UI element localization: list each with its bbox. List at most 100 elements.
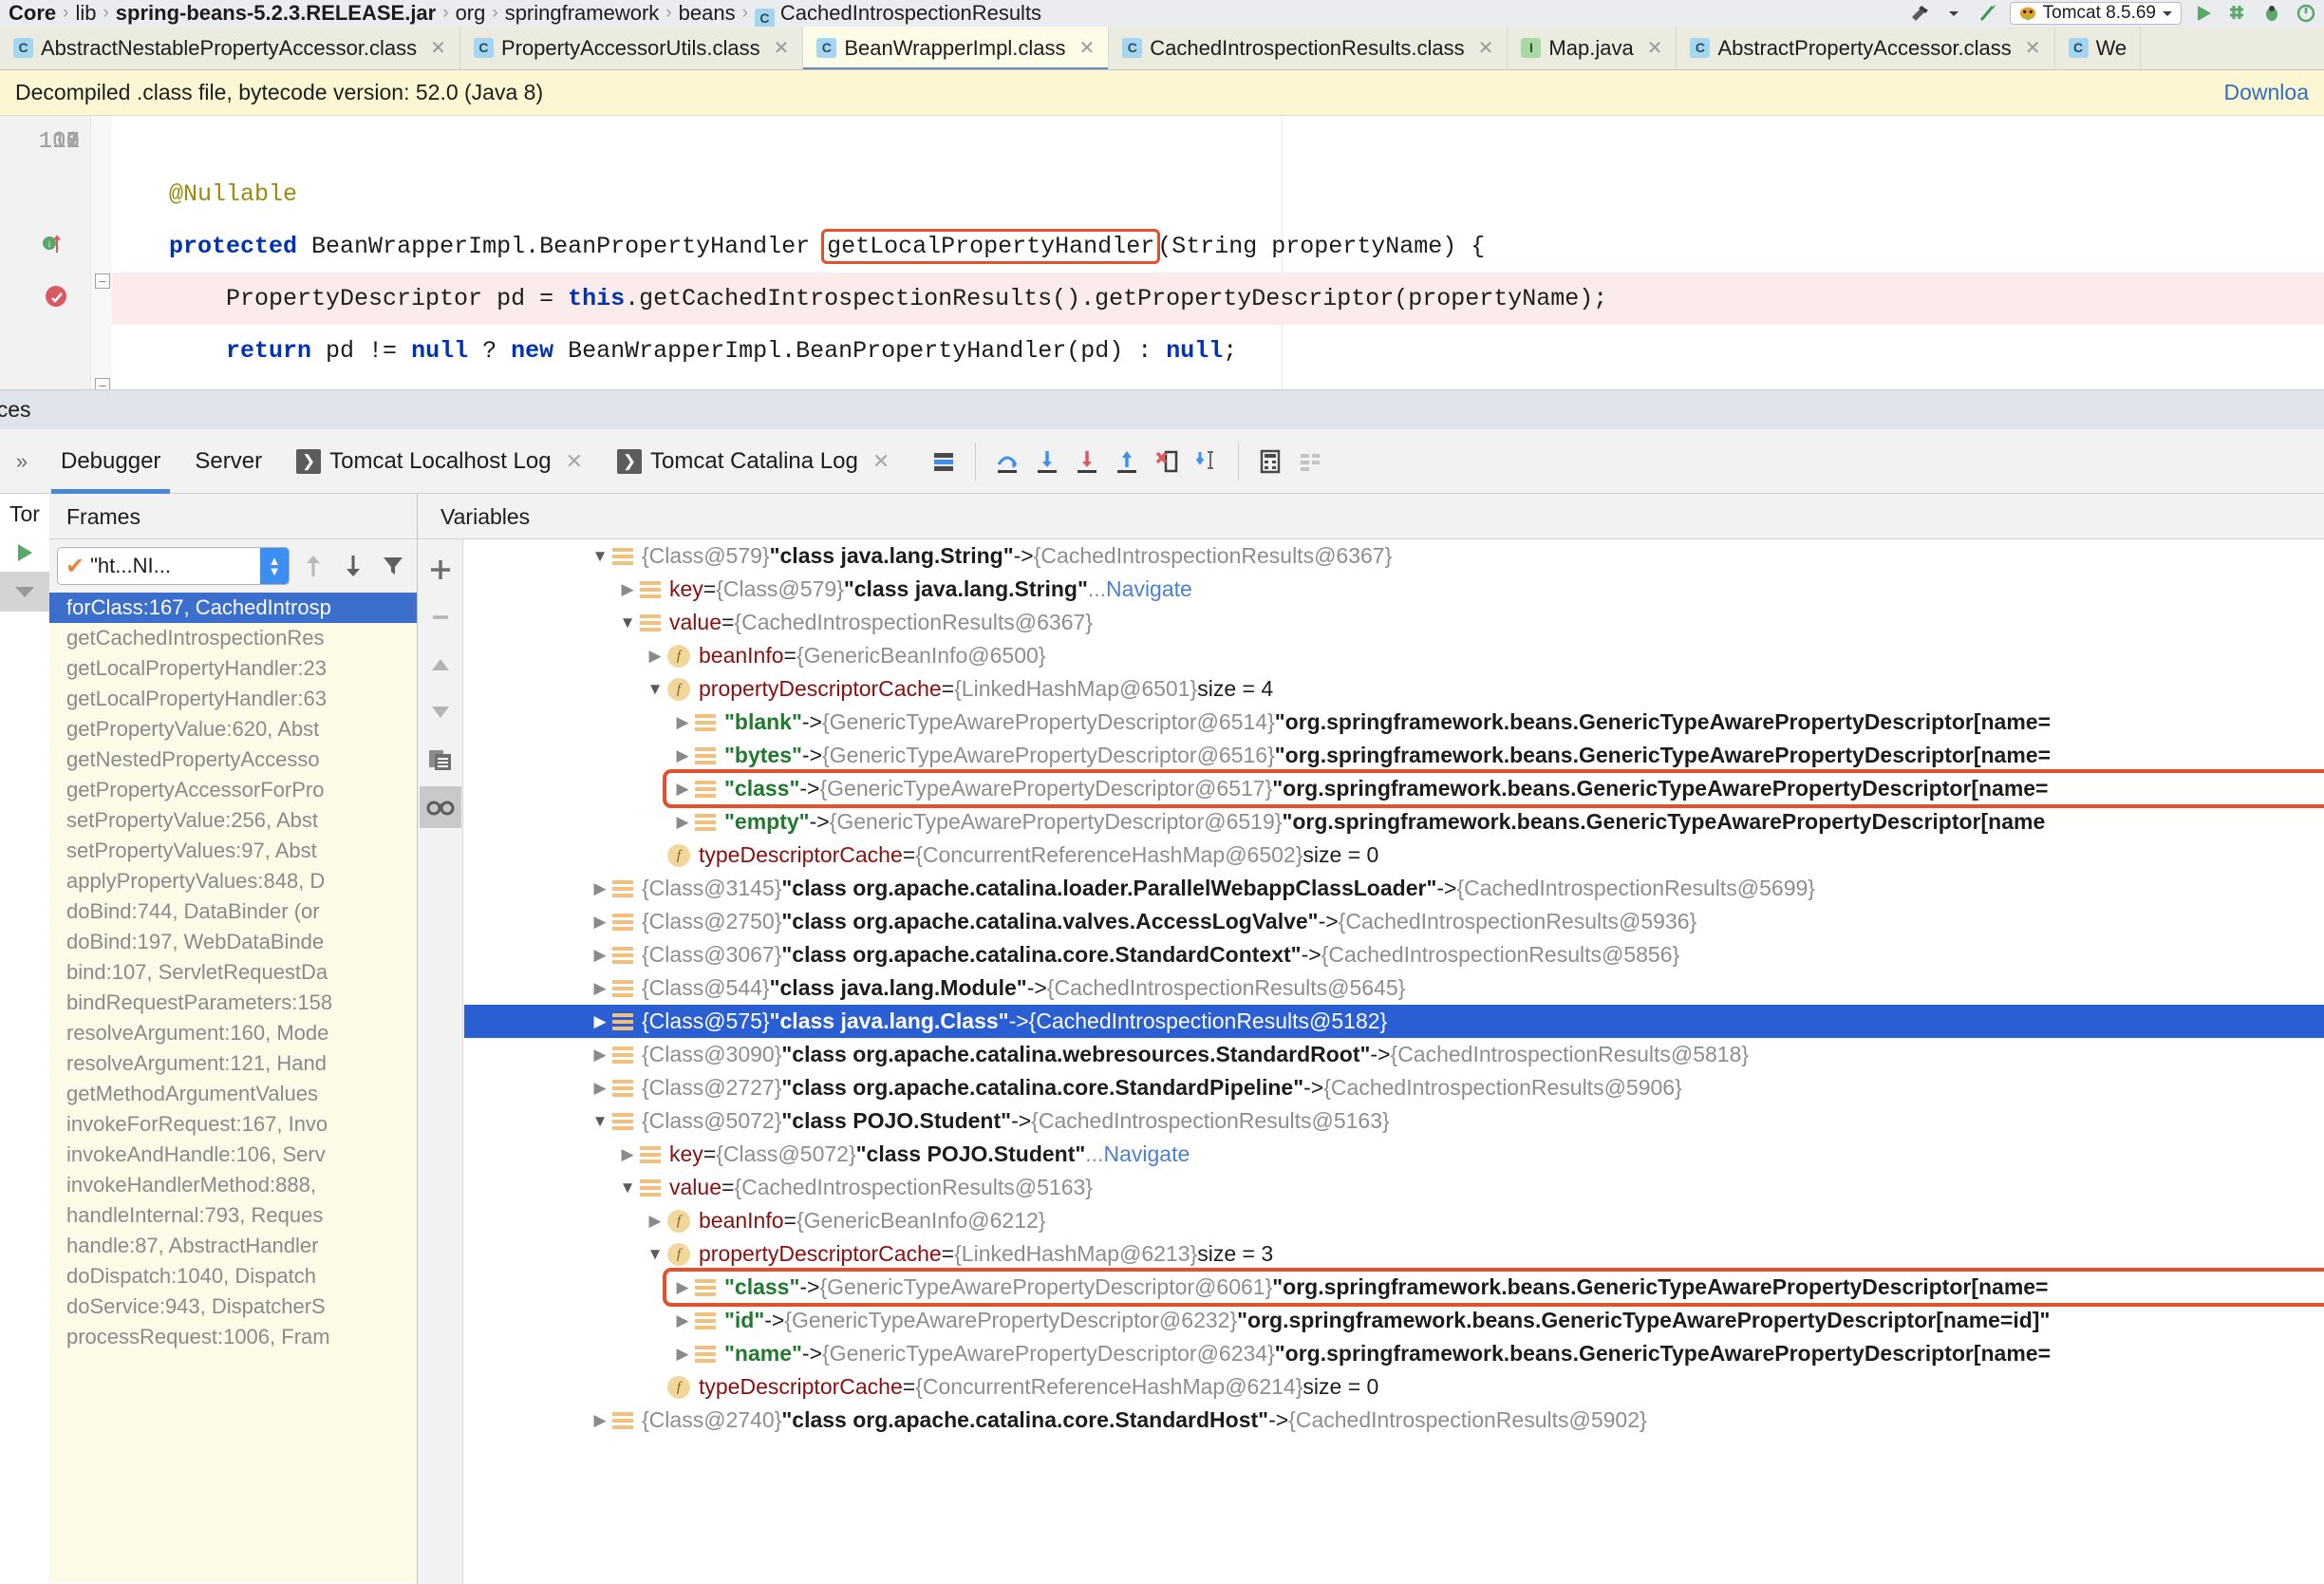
variable-row[interactable]: ▶ f beanInfo = {GenericBeanInfo@6212} xyxy=(464,1204,2324,1237)
remove-icon[interactable] xyxy=(420,596,461,638)
variable-row[interactable]: ▶ "class" -> {GenericTypeAwarePropertyDes… xyxy=(464,1271,2324,1304)
close-icon[interactable]: ✕ xyxy=(2025,36,2041,60)
debugger-tab[interactable]: Server xyxy=(178,429,279,494)
close-icon[interactable]: ✕ xyxy=(774,36,790,60)
chevron-down-icon[interactable]: ▼ xyxy=(643,1237,667,1271)
frame-item[interactable]: forClass:167, CachedIntrosp xyxy=(49,593,417,623)
close-icon[interactable]: ✕ xyxy=(430,36,446,60)
code-lines[interactable]: @Nullable protected BeanWrapperImpl.Bean… xyxy=(112,116,2324,389)
arrow-up-icon[interactable] xyxy=(297,547,329,585)
frame-item[interactable]: doDispatch:1040, Dispatch xyxy=(49,1261,417,1292)
step-into-icon[interactable] xyxy=(1027,442,1067,481)
chevron-right-icon[interactable]: ▶ xyxy=(670,706,695,739)
editor-tab[interactable]: I Map.java ✕ xyxy=(1508,27,1677,69)
download-sources-link[interactable]: Downloa xyxy=(2224,80,2310,105)
variable-row[interactable]: ▶ "id" -> {GenericTypeAwarePropertyDescri… xyxy=(464,1304,2324,1337)
variable-row[interactable]: ▼ value = {CachedIntrospectionResults@516… xyxy=(464,1171,2324,1204)
rerun-icon[interactable] xyxy=(0,534,49,572)
code-line[interactable] xyxy=(112,116,2324,168)
frame-item[interactable]: doService:943, DispatcherS xyxy=(49,1292,417,1322)
editor-tab[interactable]: C AbstractPropertyAccessor.class ✕ xyxy=(1677,27,2055,69)
inspect-icon[interactable] xyxy=(419,786,461,828)
close-icon[interactable]: ✕ xyxy=(1647,36,1663,60)
variable-row[interactable]: ▶ "name" -> {GenericTypeAwarePropertyDesc… xyxy=(464,1337,2324,1370)
variable-row[interactable]: ▶ key = {Class@5072} "class POJO.Student"… xyxy=(464,1138,2324,1171)
frame-item[interactable]: getPropertyValue:620, Abst xyxy=(49,714,417,745)
variable-row[interactable]: ▼ {Class@579} "class java.lang.String" ->… xyxy=(464,539,2324,573)
drop-frame-icon[interactable] xyxy=(1147,442,1187,481)
variable-row[interactable]: ▼ {Class@5072} "class POJO.Student" -> {C… xyxy=(464,1104,2324,1138)
chevron-right-icon[interactable]: ▶ xyxy=(588,1005,612,1038)
code-line[interactable]: @Nullable xyxy=(112,168,2324,220)
debugger-tab[interactable]: Debugger xyxy=(44,429,178,494)
editor-tab[interactable]: C AbstractNestablePropertyAccessor.class ✕ xyxy=(0,27,460,69)
breadcrumb-item[interactable]: lib xyxy=(70,1,101,26)
chevron-right-icon[interactable]: ▶ xyxy=(615,573,640,606)
frame-item[interactable]: resolveArgument:160, Mode xyxy=(49,1018,417,1048)
run-configuration-selector[interactable]: Tomcat 8.5.69 xyxy=(2009,2,2182,25)
frame-item[interactable]: applyPropertyValues:848, D xyxy=(49,866,417,896)
chevron-right-icon[interactable]: ▶ xyxy=(588,1071,612,1104)
debug-icon[interactable] xyxy=(2259,2,2284,25)
variables-tree[interactable]: ▼ {Class@579} "class java.lang.String" ->… xyxy=(464,539,2324,1584)
variable-row[interactable]: ▶ key = {Class@579} "class java.lang.Stri… xyxy=(464,573,2324,606)
breadcrumb-item[interactable]: Core xyxy=(4,1,61,26)
variable-row[interactable]: ▶ {Class@3145} "class org.apache.catalina… xyxy=(464,872,2324,905)
chevron-right-icon[interactable]: ▶ xyxy=(670,1271,695,1304)
close-icon[interactable]: ✕ xyxy=(1478,36,1494,60)
variable-row[interactable]: ▶ {Class@2750} "class org.apache.catalina… xyxy=(464,905,2324,938)
frame-item[interactable]: getLocalPropertyHandler:23 xyxy=(49,653,417,684)
editor-tab[interactable]: C We xyxy=(2055,27,2142,69)
frame-item[interactable]: handle:87, AbstractHandler xyxy=(49,1231,417,1261)
chevron-down-icon[interactable] xyxy=(1941,2,1966,25)
frames-list[interactable]: forClass:167, CachedIntrosp getCachedIntr… xyxy=(49,593,417,1582)
variable-row[interactable]: ▼ f propertyDescriptorCache = {LinkedHashM… xyxy=(464,672,2324,706)
variable-row[interactable]: ▶ {Class@544} "class java.lang.Module" ->… xyxy=(464,971,2324,1005)
chevron-right-icon[interactable]: ▶ xyxy=(670,772,695,805)
chevron-right-icon[interactable]: ▶ xyxy=(670,739,695,772)
chevron-down-icon[interactable] xyxy=(2162,9,2173,17)
code-line[interactable]: PropertyDescriptor pd = this.getCachedIn… xyxy=(112,273,2324,325)
frame-item[interactable]: getCachedIntrospectionRes xyxy=(49,623,417,653)
chevron-right-icon[interactable]: ▶ xyxy=(588,1038,612,1071)
frame-item[interactable]: doBind:744, DataBinder (or xyxy=(49,896,417,927)
variable-row[interactable]: f typeDescriptorCache = {ConcurrentRefere… xyxy=(464,839,2324,872)
breadcrumb-item[interactable]: beans xyxy=(674,1,740,26)
chevron-right-icon[interactable]: ▶ xyxy=(588,971,612,1005)
editor-tab[interactable]: C BeanWrapperImpl.class ✕ xyxy=(803,27,1110,69)
frame-item[interactable]: doBind:197, WebDataBinde xyxy=(49,927,417,957)
arrow-up-icon[interactable] xyxy=(420,644,461,686)
variable-row[interactable]: ▶ {Class@575} "class java.lang.Class" -> … xyxy=(464,1005,2324,1038)
breadcrumb-item[interactable]: spring-beans-5.2.3.RELEASE.jar xyxy=(111,1,440,26)
debugger-tab[interactable]: ❯ Tomcat Localhost Log ✕ xyxy=(279,429,600,494)
filter-icon[interactable] xyxy=(377,547,409,585)
frame-item[interactable]: invokeHandlerMethod:888, xyxy=(49,1170,417,1200)
variable-row[interactable]: ▼ value = {CachedIntrospectionResults@636… xyxy=(464,606,2324,639)
chevron-right-icon[interactable]: ▶ xyxy=(670,1337,695,1370)
variable-row[interactable]: ▶ {Class@2727} "class org.apache.catalina… xyxy=(464,1071,2324,1104)
frame-item[interactable]: getLocalPropertyHandler:63 xyxy=(49,684,417,714)
variable-row[interactable]: ▶ f beanInfo = {GenericBeanInfo@6500} xyxy=(464,639,2324,672)
chevron-down-icon[interactable]: ▼ xyxy=(615,1171,640,1204)
code-line[interactable]: return pd != null ? new BeanWrapperImpl.… xyxy=(112,325,2324,377)
chevron-down-icon[interactable]: ▼ xyxy=(588,1104,612,1138)
add-icon[interactable] xyxy=(420,549,461,591)
frame-item[interactable]: getPropertyAccessorForPro xyxy=(49,775,417,805)
variable-row[interactable]: ▶ {Class@2740} "class org.apache.catalina… xyxy=(464,1404,2324,1437)
evaluate-expression-icon[interactable] xyxy=(1250,442,1290,481)
variable-row[interactable]: ▶ "empty" -> {GenericTypeAwarePropertyDes… xyxy=(464,805,2324,839)
frame-item[interactable]: invokeForRequest:167, Invo xyxy=(49,1109,417,1140)
code-line[interactable]: protected BeanWrapperImpl.BeanPropertyHa… xyxy=(112,220,2324,273)
editor-tab[interactable]: C CachedIntrospectionResults.class ✕ xyxy=(1109,27,1509,69)
variable-row[interactable]: ▶ {Class@3090} "class org.apache.catalina… xyxy=(464,1038,2324,1071)
step-out-icon[interactable] xyxy=(1107,442,1147,481)
breadcrumb-item[interactable]: org xyxy=(451,1,491,26)
chevron-right-icon[interactable]: ▶ xyxy=(588,1404,612,1437)
build-icon[interactable] xyxy=(2225,2,2250,25)
editor-tab[interactable]: C PropertyAccessorUtils.class ✕ xyxy=(460,27,804,69)
code-line[interactable]: } xyxy=(112,377,2324,389)
chevron-right-icon[interactable]: ▶ xyxy=(588,938,612,971)
frame-item[interactable]: getMethodArgumentValues xyxy=(49,1079,417,1109)
close-icon[interactable]: ✕ xyxy=(1078,36,1095,60)
breadcrumb-item[interactable]: C CachedIntrospectionResults xyxy=(750,1,1046,27)
